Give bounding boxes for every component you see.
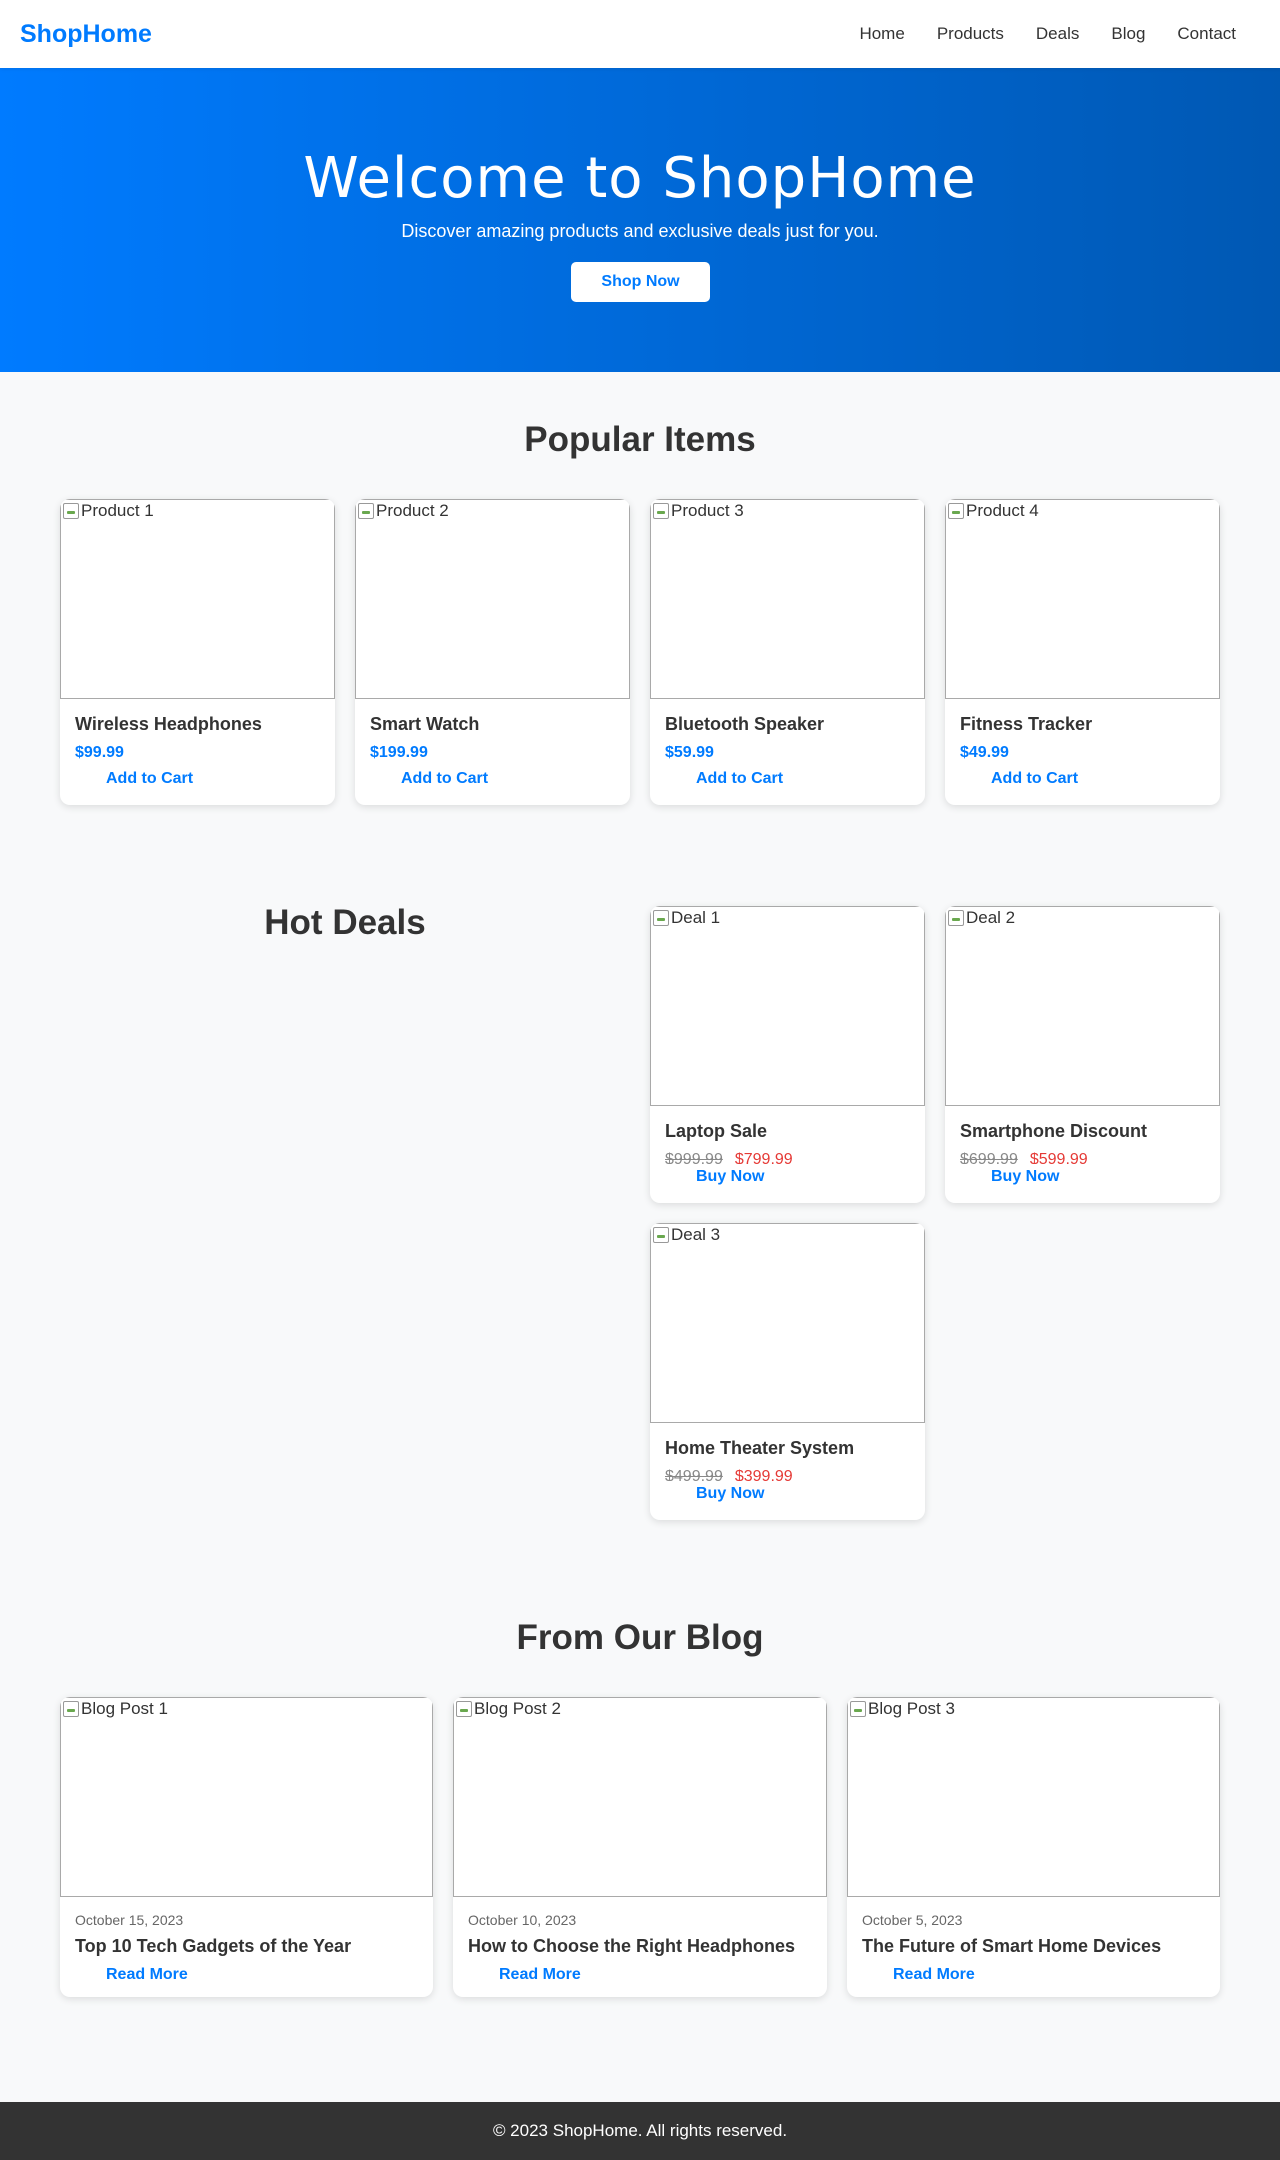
buy-now-button[interactable]: Buy Now xyxy=(665,1168,764,1186)
original-price: $999.99 xyxy=(665,1151,723,1164)
broken-image-icon xyxy=(63,1701,79,1717)
deal-prices: $699.99 $599.99 xyxy=(960,1151,1088,1164)
broken-image-icon xyxy=(948,503,964,519)
sale-price: $799.99 xyxy=(734,1151,793,1164)
blog-card: Blog Post 3 October 5, 2023 The Future o… xyxy=(847,1697,1220,1997)
read-more-button[interactable]: Read More xyxy=(468,1966,581,1984)
deal-card: Deal 2 Smartphone Discount $699.99 $599.9… xyxy=(945,906,1220,1203)
site-footer: © 2023 ShopHome. All rights reserved. xyxy=(0,2102,1280,2160)
broken-image-icon xyxy=(456,1701,472,1717)
copyright-text: © 2023 ShopHome. All rights reserved. xyxy=(492,2121,788,2140)
deal-card: Deal 3 Home Theater System $499.99 $399.9… xyxy=(650,1223,925,1520)
deal-image: Deal 1 xyxy=(650,906,925,1106)
broken-image-icon xyxy=(653,1227,669,1243)
product-name: Fitness Tracker xyxy=(960,714,1093,734)
add-to-cart-button[interactable]: Add to Cart xyxy=(960,770,1078,788)
blog-title: From Our Blog xyxy=(516,1618,764,1657)
blog-date: October 5, 2023 xyxy=(862,1912,963,1928)
site-logo[interactable]: ShopHome xyxy=(20,20,152,49)
deal-prices: $499.99 $399.99 xyxy=(665,1468,793,1481)
broken-image-icon xyxy=(653,910,669,926)
product-name: Bluetooth Speaker xyxy=(665,714,825,734)
original-price: $499.99 xyxy=(665,1468,723,1481)
blog-date: October 10, 2023 xyxy=(468,1912,577,1928)
add-to-cart-button[interactable]: Add to Cart xyxy=(665,770,783,788)
product-name: Smart Watch xyxy=(370,714,480,734)
add-to-cart-button[interactable]: Add to Cart xyxy=(370,770,488,788)
blog-card: Blog Post 1 October 15, 2023 Top 10 Tech… xyxy=(60,1697,433,1997)
deal-image: Deal 3 xyxy=(650,1223,925,1423)
blog-card: Blog Post 2 October 10, 2023 How to Choo… xyxy=(453,1697,827,1997)
buy-now-button[interactable]: Buy Now xyxy=(665,1485,764,1503)
hot-deals-title: Hot Deals xyxy=(264,903,426,942)
deal-image: Deal 2 xyxy=(945,906,1220,1106)
sale-price: $599.99 xyxy=(1029,1151,1088,1164)
shop-now-button[interactable]: Shop Now xyxy=(571,262,710,302)
blog-post-title: The Future of Smart Home Devices xyxy=(862,1936,1162,1956)
blog-image: Blog Post 2 xyxy=(453,1697,827,1897)
broken-image-icon xyxy=(63,503,79,519)
nav-contact[interactable]: Contact xyxy=(1161,24,1252,44)
buy-now-button[interactable]: Buy Now xyxy=(960,1168,1059,1186)
blog-image: Blog Post 3 xyxy=(847,1697,1220,1897)
deal-prices: $999.99 $799.99 xyxy=(665,1151,793,1164)
nav-blog[interactable]: Blog xyxy=(1095,24,1161,44)
sale-price: $399.99 xyxy=(734,1468,793,1481)
product-image: Product 4 xyxy=(945,499,1220,699)
deal-card: Deal 1 Laptop Sale $999.99 $799.99 Buy No… xyxy=(650,906,925,1203)
product-card: Product 3 Bluetooth Speaker $59.99 Add t… xyxy=(650,499,925,805)
main-nav: Home Products Deals Blog Contact xyxy=(843,24,1252,44)
deal-name: Laptop Sale xyxy=(665,1121,768,1141)
product-image: Product 1 xyxy=(60,499,335,699)
nav-home[interactable]: Home xyxy=(843,24,920,44)
read-more-button[interactable]: Read More xyxy=(75,1966,188,1984)
original-price: $699.99 xyxy=(960,1151,1018,1164)
add-to-cart-button[interactable]: Add to Cart xyxy=(75,770,193,788)
product-card: Product 2 Smart Watch $199.99 Add to Car… xyxy=(355,499,630,805)
product-card: Product 1 Wireless Headphones $99.99 Add… xyxy=(60,499,335,805)
broken-image-icon xyxy=(358,503,374,519)
product-card: Product 4 Fitness Tracker $49.99 Add to … xyxy=(945,499,1220,805)
product-name: Wireless Headphones xyxy=(75,714,262,734)
broken-image-icon xyxy=(653,503,669,519)
read-more-button[interactable]: Read More xyxy=(862,1966,975,1984)
nav-deals[interactable]: Deals xyxy=(1020,24,1095,44)
site-header: ShopHome Home Products Deals Blog Contac… xyxy=(0,0,1280,68)
hero-title: Welcome to ShopHome xyxy=(303,146,977,211)
blog-post-title: How to Choose the Right Headphones xyxy=(468,1936,795,1956)
blog-date: October 15, 2023 xyxy=(75,1912,184,1928)
product-price: $49.99 xyxy=(960,744,1009,761)
nav-products[interactable]: Products xyxy=(921,24,1020,44)
hero-subtitle: Discover amazing products and exclusive … xyxy=(401,221,879,241)
product-price: $199.99 xyxy=(370,744,428,761)
product-image: Product 2 xyxy=(355,499,630,699)
blog-post-title: Top 10 Tech Gadgets of the Year xyxy=(75,1936,352,1956)
product-image: Product 3 xyxy=(650,499,925,699)
deal-name: Home Theater System xyxy=(665,1438,855,1458)
broken-image-icon xyxy=(850,1701,866,1717)
broken-image-icon xyxy=(948,910,964,926)
product-price: $59.99 xyxy=(665,744,714,761)
product-price: $99.99 xyxy=(75,744,124,761)
blog-image: Blog Post 1 xyxy=(60,1697,433,1897)
deal-name: Smartphone Discount xyxy=(960,1121,1148,1141)
popular-items-title: Popular Items xyxy=(524,420,756,459)
hero-banner: Welcome to ShopHome Discover amazing pro… xyxy=(0,68,1280,372)
